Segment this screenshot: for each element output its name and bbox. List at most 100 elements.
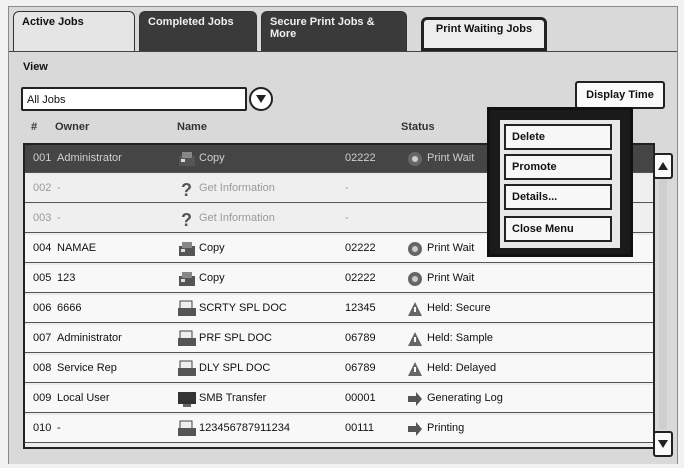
job-number: 006 [33,302,52,314]
arrow-down-icon [658,440,668,448]
job-row[interactable]: 007 Administrator PRF SPL DOC 06789 Held: Sa… [25,325,653,353]
job-name: SCRTY SPL DOC [199,302,287,314]
chevron-down-icon [256,95,266,103]
question-icon: ? [177,210,197,230]
job-row[interactable]: 005 123 Copy 02222 Print Wait [25,265,653,293]
display-time-button[interactable]: Display Time [575,81,665,109]
job-status: Held: Secure [427,302,491,314]
job-number: 008 [33,362,52,374]
menu-item-promote[interactable]: Promote [504,154,612,180]
job-name: Get Information [199,182,275,194]
scroll-track[interactable] [659,179,667,429]
computer-icon [177,390,197,408]
popup-menu-body: Delete Promote Details... Close Menu [500,120,620,248]
view-select[interactable]: All Jobs [21,87,247,111]
job-number: 009 [33,392,52,404]
job-number: 010 [33,422,52,434]
scroll-down-button[interactable] [653,431,673,457]
job-id: 02222 [345,272,376,284]
job-name: Copy [199,242,225,254]
printer-icon [177,360,197,378]
job-owner: - [57,182,61,194]
job-row[interactable]: 009 Local User SMB Transfer 00001 Generating… [25,385,653,413]
menu-item-details[interactable]: Details... [504,184,612,210]
job-owner: NAMAE [57,242,97,254]
tab-print-waiting-jobs-label: Print Waiting Jobs [435,23,533,35]
column-header-status: Status [401,121,435,133]
job-owner: Local User [57,392,110,404]
printer-icon [177,300,197,318]
job-id: 06789 [345,362,376,374]
printer-icon [177,330,197,348]
warning-icon [407,301,423,317]
arrow-icon [407,421,423,437]
tab-completed-jobs-label: Completed Jobs [148,16,234,28]
job-name: Get Information [199,212,275,224]
column-header-name: Name [177,121,207,133]
job-row[interactable]: 010- 123456787911234 00111 Printing [25,415,653,443]
job-popup-menu: Delete Promote Details... Close Menu [487,107,633,257]
job-id: - [345,182,349,194]
job-id: 12345 [345,302,376,314]
job-owner: Administrator [57,152,122,164]
svg-text:?: ? [181,180,192,198]
job-name: DLY SPL DOC [199,362,271,374]
job-name: 123456787911234 [199,422,290,434]
job-name: Copy [199,272,225,284]
view-label: View [23,61,48,73]
warning-icon [407,331,423,347]
job-status: Held: Delayed [427,362,497,374]
job-owner: Service Rep [57,362,117,374]
tab-secure-print-jobs-label: Secure Print Jobs & More [270,16,375,40]
svg-text:?: ? [181,210,192,228]
print-wait-icon [407,271,423,287]
printer-icon [177,420,197,438]
job-number: 002 [33,182,52,194]
job-owner: - [57,212,61,224]
job-status: Held: Sample [427,332,494,344]
job-number: 004 [33,242,52,254]
job-id: 06789 [345,332,376,344]
job-status-window: Active Jobs Completed Jobs Secure Print … [8,6,678,464]
tab-bar: Active Jobs Completed Jobs Secure Print … [9,7,677,55]
job-number: 001 [33,152,52,164]
arrow-up-icon [658,162,668,170]
tab-completed-jobs[interactable]: Completed Jobs [139,11,257,51]
job-number: 003 [33,212,52,224]
tab-active-jobs-label: Active Jobs [22,16,84,28]
column-header-owner: Owner [55,121,90,133]
tab-secure-print-jobs[interactable]: Secure Print Jobs & More [261,11,407,51]
scroll-up-button[interactable] [653,153,673,179]
job-owner: 123 [57,272,76,284]
job-number: 007 [33,332,52,344]
print-wait-icon [407,241,423,257]
job-status: Generating Log [427,392,503,404]
warning-icon [407,361,423,377]
job-owner: Administrator [57,332,122,344]
job-owner: - [57,422,61,434]
job-name: SMB Transfer [199,392,267,404]
column-header-number: # [31,121,38,133]
view-dropdown-button[interactable] [249,87,273,111]
job-number: 005 [33,272,52,284]
job-id: - [345,212,349,224]
arrow-icon [407,391,423,407]
tab-active-jobs[interactable]: Active Jobs [13,11,135,55]
tab-print-waiting-jobs[interactable]: Print Waiting Jobs [421,17,547,51]
job-id: 00001 [345,392,376,404]
job-name: Copy [199,152,225,164]
question-icon: ? [177,180,197,200]
job-row[interactable]: 008 Service Rep DLY SPL DOC 06789 Held: Dela… [25,355,653,383]
job-row[interactable]: 006 6666 SCRTY SPL DOC 12345 Held: Secure [25,295,653,323]
menu-item-close-menu[interactable]: Close Menu [504,216,612,242]
job-status: Printing [427,422,465,434]
copy-icon [177,270,197,288]
menu-item-delete[interactable]: Delete [504,124,612,150]
job-id: 02222 [345,152,376,164]
copy-icon [177,150,197,168]
job-id: 00111 [345,422,374,434]
job-id: 02222 [345,242,376,254]
job-status: Print Wait [427,272,475,284]
job-owner: 6666 [57,302,82,314]
print-wait-icon [407,151,423,167]
